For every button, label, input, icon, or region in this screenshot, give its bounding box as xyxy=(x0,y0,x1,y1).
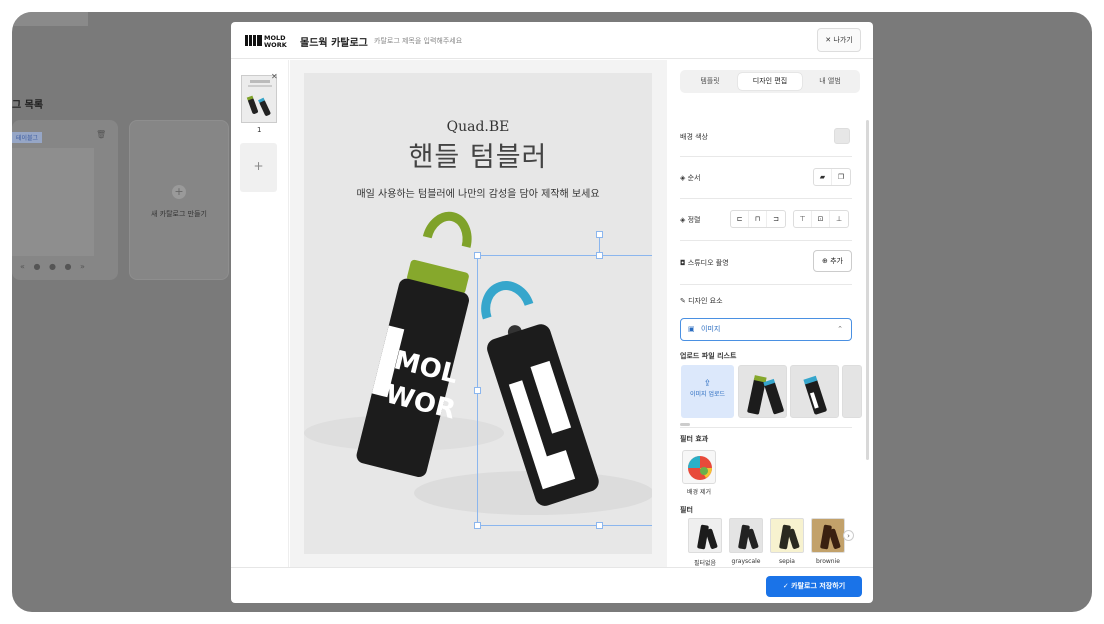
image-icon: ▣ xyxy=(688,325,695,333)
catalog-page-canvas[interactable]: Quad.BE 핸들 텀블러 매일 사용하는 텀블러에 나만의 감성을 담아 제… xyxy=(304,73,652,554)
studio-add-label: 추가 xyxy=(830,257,843,265)
pencil-icon: ✎ xyxy=(680,297,689,305)
page-thumbnail[interactable] xyxy=(241,75,277,123)
divider xyxy=(680,284,852,285)
image-upload-button[interactable]: ⇪ 이미지 업로드 xyxy=(681,365,734,418)
layers-icon: ◈ xyxy=(680,174,688,182)
save-catalog-button[interactable]: ✓ 카탈로그 저장하기 xyxy=(766,576,862,597)
chevron-up-icon: ⌃ xyxy=(837,325,843,333)
uploaded-image-tile[interactable] xyxy=(738,365,787,418)
send-backward-icon[interactable]: ▰ xyxy=(814,169,832,185)
divider xyxy=(680,240,852,241)
panel-tabs: 템플릿 디자인 편집 내 앨범 xyxy=(680,70,860,93)
order-buttons: ▰ ❐ xyxy=(813,168,851,186)
new-catalog-card: + 새 카탈로그 만들기 xyxy=(129,120,229,280)
moldwork-logo: MOLD WORK xyxy=(245,34,288,49)
filter-grayscale-label: grayscale xyxy=(731,558,761,565)
align-left-icon[interactable]: ⊏ xyxy=(731,211,749,227)
modal-header: MOLD WORK 몰드웍 카탈로그 카탈로그 제목을 입력해주세요 ✕ 나가기 xyxy=(231,22,873,59)
divider xyxy=(680,198,852,199)
catalog-editor-modal: MOLD WORK 몰드웍 카탈로그 카탈로그 제목을 입력해주세요 ✕ 나가기… xyxy=(231,22,873,603)
upload-icon: ⇪ xyxy=(703,379,712,389)
resize-handle-tl[interactable] xyxy=(474,252,481,259)
divider xyxy=(680,156,852,157)
effect-label: 필터 효과 xyxy=(680,435,709,443)
logo-text-bottom: WORK xyxy=(264,41,288,49)
upload-list-scrollbar[interactable] xyxy=(680,423,690,426)
delete-page-icon[interactable]: ✕ xyxy=(271,72,278,81)
page-list: ✕ 1 + xyxy=(231,60,289,567)
rotate-handle[interactable] xyxy=(596,231,603,238)
align-right-icon[interactable]: ⊐ xyxy=(767,211,785,227)
modal-title: 몰드웍 카탈로그 xyxy=(300,38,368,49)
resize-handle-bc[interactable] xyxy=(596,522,603,529)
catalog-card-pager: « ● ● ● » xyxy=(20,262,88,271)
resize-handle-ml[interactable] xyxy=(474,387,481,394)
catalog-card-thumbnail xyxy=(12,148,94,256)
background-list-title: 그 목록 xyxy=(12,100,44,111)
remove-background-icon xyxy=(688,456,712,480)
design-elements-row: ✎ 디자인 요소 xyxy=(680,296,852,306)
bring-forward-icon[interactable]: ❐ xyxy=(832,169,850,185)
trash-icon: 🗑 xyxy=(96,130,107,139)
align-center-icon[interactable]: ⊓ xyxy=(749,211,767,227)
new-catalog-label: 새 카탈로그 만들기 xyxy=(151,210,207,218)
tab-template[interactable]: 템플릿 xyxy=(684,73,736,90)
layers-icon: ◈ xyxy=(680,216,688,224)
divider xyxy=(680,427,852,428)
filter-sepia-tile[interactable] xyxy=(770,518,804,553)
exit-button-label: 나가기 xyxy=(833,36,853,44)
resize-handle-tc[interactable] xyxy=(596,252,603,259)
panel-scrollbar[interactable] xyxy=(866,120,869,460)
page-thumbnail-preview xyxy=(246,80,272,116)
align-middle-icon[interactable]: ⊡ xyxy=(812,211,830,227)
filter-brownie-label: brownie xyxy=(816,558,840,565)
check-icon: ✓ xyxy=(782,582,792,590)
selection-box[interactable] xyxy=(477,255,652,526)
uploaded-image-tile[interactable] xyxy=(842,365,862,418)
tab-my-album[interactable]: 내 앨범 xyxy=(804,73,856,90)
bg-color-swatch[interactable] xyxy=(834,128,850,144)
align-top-icon[interactable]: ⊤ xyxy=(794,211,812,227)
background-topbar xyxy=(12,12,88,26)
filter-label: 필터 xyxy=(680,506,693,514)
element-type-value: 이미지 xyxy=(701,325,721,333)
resize-handle-bl[interactable] xyxy=(474,522,481,529)
canvas-area: Quad.BE 핸들 텀블러 매일 사용하는 텀블러에 나만의 감성을 담아 제… xyxy=(290,60,667,567)
design-elements-label: 디자인 요소 xyxy=(688,297,723,305)
remove-background-effect[interactable] xyxy=(682,450,716,484)
catalog-card-tag: 테이블그 xyxy=(12,132,43,143)
modal-footer: ✓ 카탈로그 저장하기 xyxy=(231,567,873,603)
bg-color-label: 배경 색상 xyxy=(680,133,708,141)
align-vertical-buttons: ⊤ ⊡ ⊥ xyxy=(793,210,849,228)
add-page-button[interactable]: + xyxy=(240,143,277,192)
design-panel: 템플릿 디자인 편집 내 앨범 배경 색상 ◈ 순서 ▰ ❐ ◈ 정렬 ⊏ ⊓ ⊐ ⊤… xyxy=(668,60,873,567)
align-horizontal-buttons: ⊏ ⊓ ⊐ xyxy=(730,210,786,228)
save-catalog-label: 카탈로그 저장하기 xyxy=(791,582,846,590)
filter-grayscale-tile[interactable] xyxy=(729,518,763,553)
exit-button[interactable]: ✕ 나가기 xyxy=(817,28,861,52)
element-type-select[interactable]: ▣ 이미지 ⌃ xyxy=(680,318,852,341)
image-upload-label: 이미지 업로드 xyxy=(689,391,726,398)
studio-add-button[interactable]: ⊕ 추가 xyxy=(813,250,852,272)
filter-none-label: 필터없음 xyxy=(693,560,717,567)
uploaded-image-tile[interactable] xyxy=(790,365,839,418)
tab-design-edit[interactable]: 디자인 편집 xyxy=(738,73,802,90)
filter-brownie-tile[interactable] xyxy=(811,518,845,553)
catalog-title-input[interactable]: 카탈로그 제목을 입력해주세요 xyxy=(374,36,462,46)
filter-sepia-label: sepia xyxy=(779,558,795,565)
order-label: 순서 xyxy=(687,174,701,182)
align-bottom-icon[interactable]: ⊥ xyxy=(830,211,848,227)
align-label: 정렬 xyxy=(687,216,701,224)
camera-icon: ◘ xyxy=(680,259,688,267)
catalog-card: 테이블그 🗑 « ● ● ● » xyxy=(12,120,118,280)
plus-icon: + xyxy=(172,185,186,199)
page-number: 1 xyxy=(257,126,262,134)
filter-none-tile[interactable] xyxy=(688,518,722,553)
effect-name: 배경 제거 xyxy=(687,489,711,496)
studio-label: 스튜디오 촬영 xyxy=(687,259,729,267)
add-circle-icon: ⊕ xyxy=(822,257,831,265)
upload-list-label: 업로드 파일 리스트 xyxy=(680,352,737,360)
filter-next-icon[interactable]: › xyxy=(843,530,854,541)
